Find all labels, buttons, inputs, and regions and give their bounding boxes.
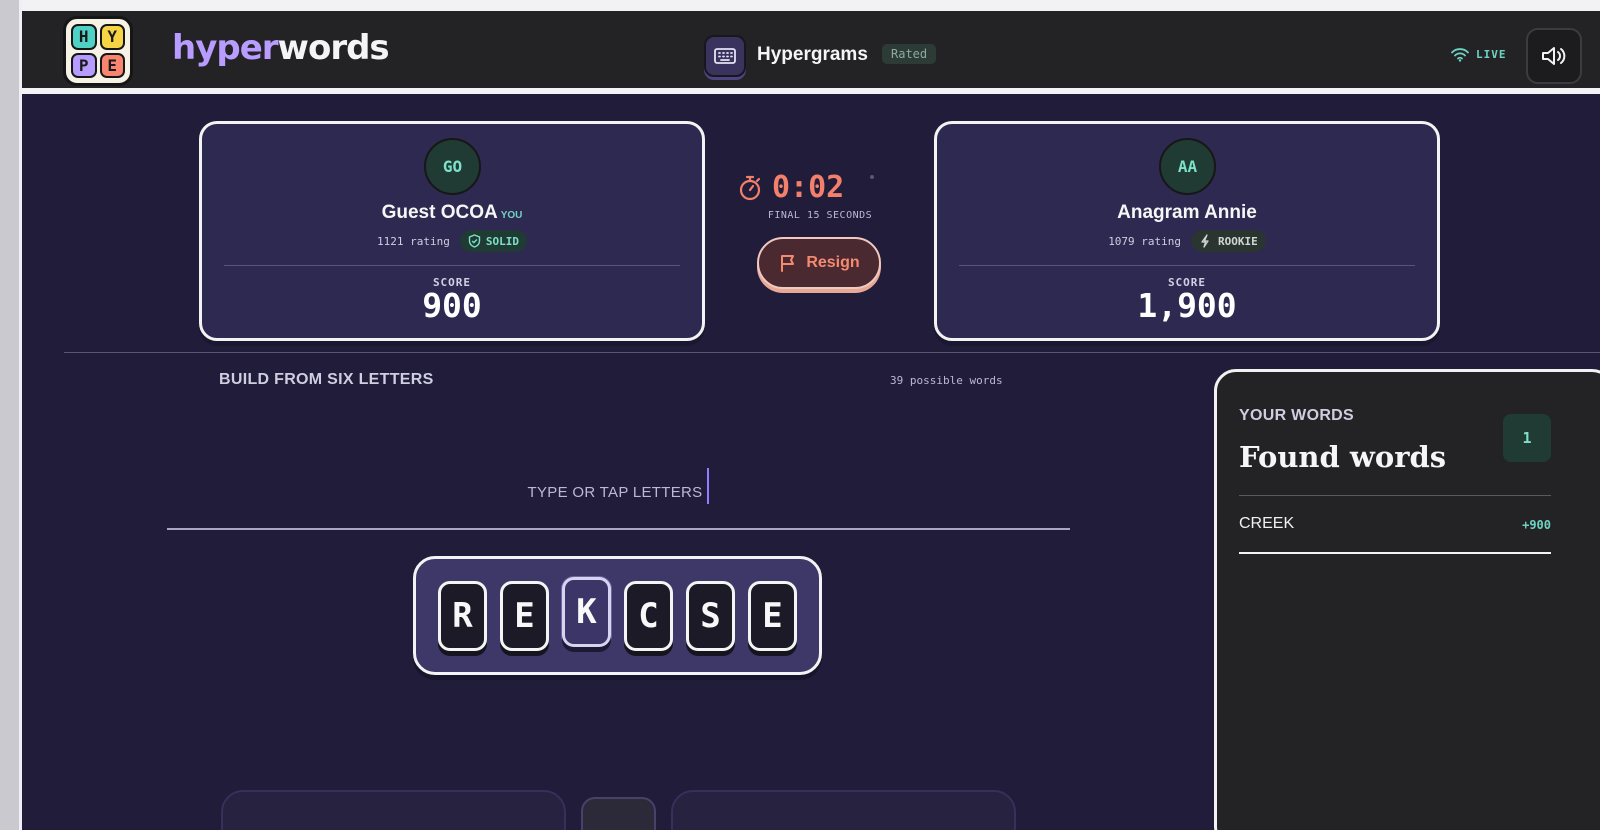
you-tag: YOU — [500, 210, 523, 221]
flag-icon — [781, 255, 795, 272]
speaker-icon — [1542, 47, 1566, 65]
found-words-divider — [1239, 495, 1551, 496]
sparkle-icon — [1201, 234, 1209, 248]
wifi-icon — [1451, 48, 1469, 62]
letter-tile[interactable]: E — [748, 580, 797, 651]
action-button-right[interactable] — [671, 790, 1016, 830]
live-label: LIVE — [1476, 48, 1507, 61]
word-input[interactable]: TYPE OR TAP LETTERS — [167, 468, 1070, 530]
app-header: H Y P E hyperwords Hypergrams Rated LIVE — [22, 11, 1600, 94]
letter-tile-selected[interactable]: K — [562, 576, 611, 647]
logo-letter-y: Y — [99, 24, 125, 50]
sound-toggle-button[interactable] — [1526, 28, 1582, 84]
tier-label: SOLID — [485, 234, 519, 248]
mode-keyboard-button[interactable] — [704, 35, 746, 77]
shield-check-icon — [468, 234, 481, 248]
puzzle-heading: BUILD FROM SIX LETTERS — [219, 371, 434, 388]
word-points: +900 — [1522, 518, 1551, 532]
tier-badge: ROOKIE — [1191, 230, 1266, 252]
rated-badge: Rated — [882, 44, 937, 64]
mode-title: Hypergrams — [757, 44, 868, 65]
text-caret — [707, 468, 710, 504]
action-button-middle[interactable] — [581, 797, 656, 830]
score-value: 900 — [422, 286, 482, 325]
letter-tile[interactable]: S — [686, 580, 735, 651]
avatar: GO — [424, 138, 481, 195]
stopwatch-icon — [739, 175, 761, 200]
player-name: Guest OCOA YOU — [202, 202, 702, 224]
logo-letter-e: E — [99, 52, 125, 78]
resign-label: Resign — [806, 254, 860, 271]
keyboard-icon — [714, 48, 736, 64]
window-left-edge — [0, 0, 22, 830]
card-divider — [224, 265, 680, 266]
player-card-you: GO Guest OCOA YOU 1121 rating SOLID SCORE… — [199, 121, 705, 341]
brand-name[interactable]: hyperwords — [172, 28, 390, 68]
found-words-count: 1 — [1503, 414, 1551, 462]
letter-tile[interactable]: E — [500, 580, 549, 651]
found-words-kicker: YOUR WORDS — [1239, 407, 1354, 424]
player-rating: 1121 rating — [377, 234, 450, 248]
player-name-text: Guest OCOA — [381, 202, 498, 223]
timer-value: 0:02 — [772, 170, 845, 205]
player-name: Anagram Annie — [1117, 202, 1257, 223]
word-input-placeholder: TYPE OR TAP LETTERS — [527, 483, 703, 501]
possible-words-count: 39 possible words — [890, 374, 1003, 387]
card-divider — [959, 265, 1415, 266]
window-top-edge — [22, 0, 1600, 11]
logo[interactable]: H Y P E — [63, 16, 133, 86]
letter-tray: R E K C S E — [413, 556, 822, 675]
letter-tile[interactable]: C — [624, 580, 673, 651]
brand-part-hyper: hyper — [172, 28, 279, 68]
brand-part-words: words — [277, 28, 390, 68]
letter-tile[interactable]: R — [438, 580, 487, 651]
logo-letter-p: P — [71, 52, 97, 78]
timer: 0:02 — [738, 170, 844, 205]
section-divider — [64, 352, 1600, 353]
found-word: CREEK — [1239, 515, 1295, 532]
found-words-title: Found words — [1239, 440, 1447, 474]
resign-button[interactable]: Resign — [757, 237, 881, 289]
player-card-opponent: AA Anagram Annie 1079 rating ROOKIE SCOR… — [934, 121, 1440, 341]
action-button-left[interactable] — [221, 790, 566, 830]
timer-caption: FINAL 15 SECONDS — [767, 210, 873, 221]
list-item: CREEK +900 — [1239, 510, 1551, 554]
tier-badge: SOLID — [459, 230, 527, 252]
logo-letter-h: H — [71, 24, 97, 50]
rating-row: 1121 rating SOLID — [202, 230, 702, 252]
tier-label: ROOKIE — [1218, 234, 1258, 248]
avatar: AA — [1159, 138, 1216, 195]
found-words-panel: YOUR WORDS Found words 1 CREEK +900 — [1214, 369, 1600, 830]
live-indicator: LIVE — [1450, 47, 1507, 62]
rating-row: 1079 rating ROOKIE — [937, 230, 1437, 252]
score-value: 1,900 — [1137, 286, 1237, 325]
player-rating: 1079 rating — [1108, 234, 1182, 248]
timer-indicator-dot — [870, 175, 874, 179]
